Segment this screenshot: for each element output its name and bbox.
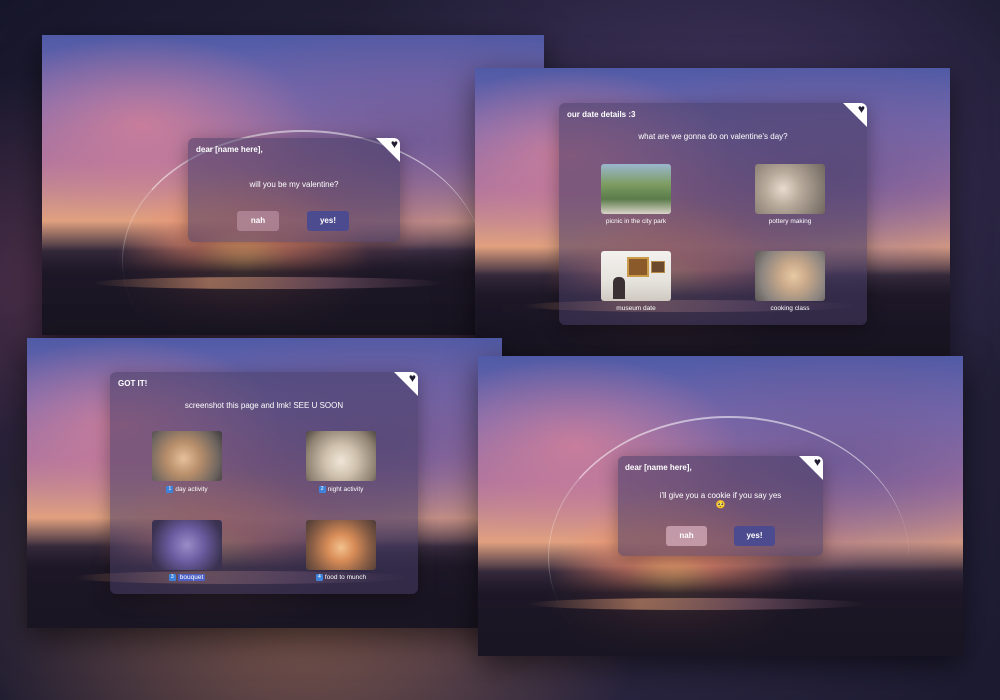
landscape-ground — [478, 566, 963, 656]
photo-food — [306, 520, 376, 570]
screen-date-details: ♥ our date details :3 what are we gonna … — [475, 68, 950, 356]
summary-card: ♥ GOT IT! screenshot this page and lmk! … — [110, 372, 418, 594]
pick-label: 3 bouquet — [137, 574, 237, 582]
pick-label: 2 night activity — [291, 486, 391, 493]
card-question: what are we gonna do on valentine's day? — [638, 132, 788, 141]
card-question: i'll give you a cookie if you say yes 🥺 — [638, 491, 803, 509]
screen-ask-valentine: ♥ dear [name here], will you be my valen… — [42, 35, 544, 335]
heart-icon: ♥ — [394, 372, 418, 396]
photo-picnic[interactable] — [601, 164, 671, 214]
photo-bouquet — [152, 520, 222, 570]
photo-day-activity — [152, 431, 222, 481]
cookie-message: i'll give you a cookie if you say yes — [659, 491, 782, 500]
card-heading: dear [name here], — [625, 463, 692, 472]
heart-icon: ♥ — [376, 138, 400, 162]
card-instruction: screenshot this page and lmk! SEE U SOON — [184, 401, 344, 410]
card-question: will you be my valentine? — [249, 180, 339, 189]
card-heading: GOT IT! — [118, 379, 148, 388]
photo-museum[interactable] — [601, 251, 671, 301]
pick-label: 4 food to munch — [291, 574, 391, 581]
photo-night-activity — [306, 431, 376, 481]
heart-icon: ♥ — [799, 456, 823, 480]
pick-label: 1 day activity — [137, 486, 237, 493]
pleading-emoji: 🥺 — [715, 500, 726, 509]
nah-button[interactable]: nah — [237, 211, 279, 231]
photo-cooking[interactable] — [755, 251, 825, 301]
option-label: museum date — [616, 305, 656, 312]
card-heading: dear [name here], — [196, 145, 263, 154]
yes-button[interactable]: yes! — [734, 526, 775, 546]
heart-icon: ♥ — [843, 103, 867, 127]
photo-pottery[interactable] — [755, 164, 825, 214]
card-heading: our date details :3 — [567, 110, 636, 119]
option-label: cooking class — [770, 305, 810, 312]
date-options-card: ♥ our date details :3 what are we gonna … — [559, 103, 867, 325]
nah-button[interactable]: nah — [666, 526, 707, 546]
cookie-card: ♥ dear [name here], i'll give you a cook… — [618, 456, 823, 556]
screen-got-it: ♥ GOT IT! screenshot this page and lmk! … — [27, 338, 502, 628]
valentine-card: ♥ dear [name here], will you be my valen… — [188, 138, 400, 242]
screen-cookie-plea: ♥ dear [name here], i'll give you a cook… — [478, 356, 963, 656]
landscape-ground — [42, 245, 544, 335]
yes-button[interactable]: yes! — [307, 211, 349, 231]
option-label: picnic in the city park — [605, 218, 667, 225]
option-label: pottery making — [768, 218, 812, 225]
